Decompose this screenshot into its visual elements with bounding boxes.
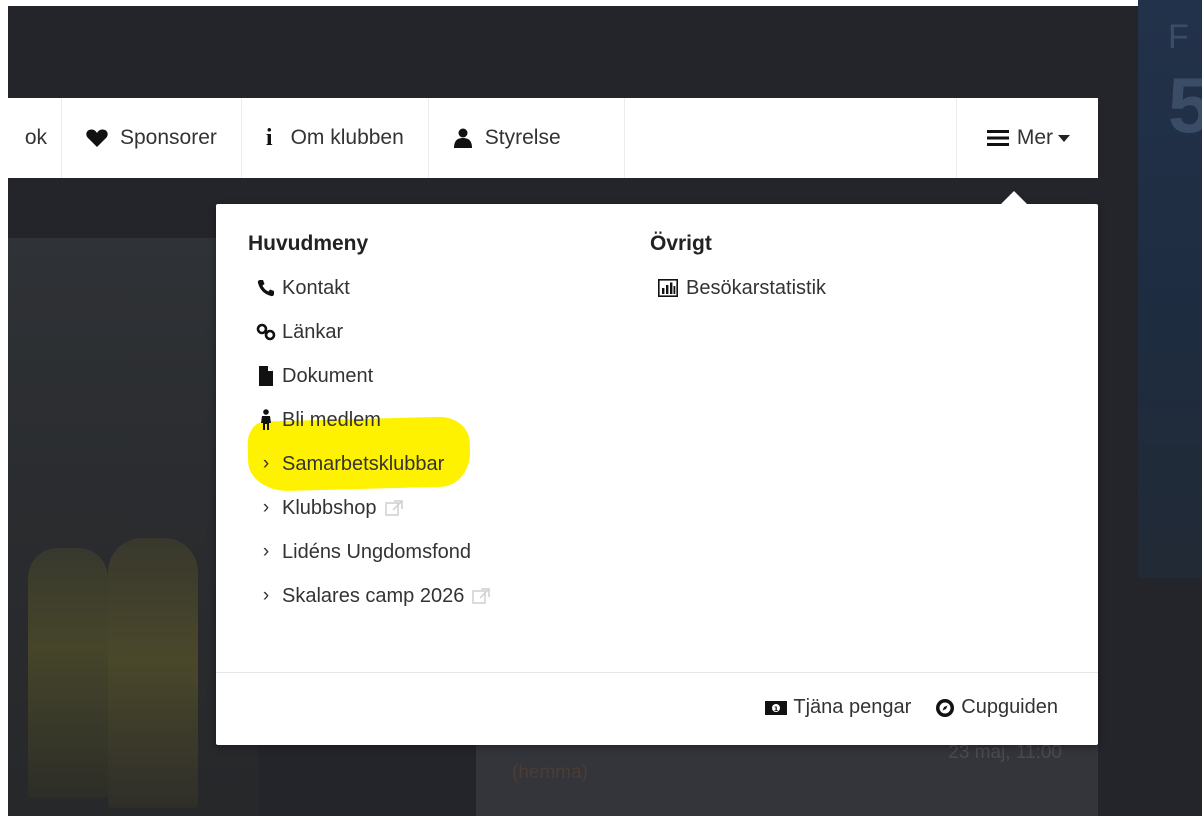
footer-link-label: Cupguiden <box>961 696 1058 718</box>
footer-divider <box>216 672 1098 673</box>
menu-item-kontakt[interactable]: Kontakt <box>248 266 490 310</box>
user-icon <box>453 128 473 148</box>
menu-item-label: Klubbshop <box>282 496 377 519</box>
chevron-right-icon: › <box>262 541 270 562</box>
menu-item-label: Dokument <box>282 364 374 387</box>
phone-icon <box>256 279 276 297</box>
nav-item-partial[interactable]: ok <box>8 98 62 178</box>
nav-item-label: ok <box>24 126 47 149</box>
nav-item-om-klubben[interactable]: i Om klubben <box>242 98 429 178</box>
chevron-right-icon: › <box>262 585 270 606</box>
photo-figure <box>28 548 108 798</box>
nav-item-sponsorer[interactable]: Sponsorer <box>62 98 242 178</box>
other-menu-heading: Övrigt <box>650 232 712 255</box>
match-time: 23 maj, 11:00 <box>948 742 1062 763</box>
left-edge <box>0 0 8 816</box>
info-icon: i <box>265 124 273 151</box>
menu-item-label: Lidéns Ungdomsfond <box>282 540 472 563</box>
external-link-icon <box>384 500 403 516</box>
footer-link-cupguiden[interactable]: Cupguiden <box>935 696 1058 719</box>
menu-item-label: Besökarstatistik <box>686 276 827 299</box>
main-menu-heading: Huvudmeny <box>248 232 369 255</box>
file-icon <box>256 366 276 386</box>
menu-item-skalares-camp[interactable]: › Skalares camp 2026 <box>248 574 491 618</box>
hamburger-icon <box>986 129 1009 147</box>
menu-item-label: Samarbetsklubbar <box>282 452 445 475</box>
heart-icon <box>86 128 108 148</box>
more-menu-button[interactable]: Mer <box>955 98 1098 178</box>
svg-text:1: 1 <box>774 705 779 713</box>
menu-item-label: Länkar <box>282 320 344 343</box>
background-banner: F 5 <box>1138 0 1202 578</box>
dropdown-arrow <box>1000 191 1028 205</box>
menu-item-besokarstatistik[interactable]: Besökarstatistik <box>650 266 826 310</box>
menu-item-lidens-ungdomsfond[interactable]: › Lidéns Ungdomsfond <box>248 530 490 574</box>
top-edge <box>0 0 1202 6</box>
menu-item-samarbetsklubbar[interactable]: › Samarbetsklubbar <box>248 442 490 486</box>
dropdown-footer: 1 Tjäna pengar Cupguiden <box>741 696 1058 719</box>
nav-item-label: Sponsorer <box>120 126 217 149</box>
nav-item-label: Styrelse <box>484 126 561 149</box>
menu-item-label: Kontakt <box>282 276 350 299</box>
compass-icon <box>935 698 955 718</box>
banner-text: F <box>1168 18 1189 56</box>
menu-item-bli-medlem[interactable]: Bli medlem <box>248 398 490 442</box>
other-menu-column: Övrigt Besökarstatistik <box>650 232 826 310</box>
link-icon <box>256 323 276 341</box>
banner-text: 5 <box>1168 61 1202 149</box>
main-menu-column: Huvudmeny Kontakt Länkar Dokument Bli me… <box>247 232 491 618</box>
menu-item-lankar[interactable]: Länkar <box>248 310 490 354</box>
more-dropdown-menu: Huvudmeny Kontakt Länkar Dokument Bli me… <box>216 191 1098 745</box>
menu-item-label: Bli medlem <box>282 408 381 431</box>
money-icon: 1 <box>765 700 788 716</box>
footer-link-tjana-pengar[interactable]: 1 Tjäna pengar <box>765 696 911 719</box>
menu-item-label: Skalares camp 2026 <box>282 584 465 607</box>
footer-link-label: Tjäna pengar <box>793 696 912 718</box>
bar-chart-icon <box>658 279 678 297</box>
photo-figure <box>108 538 198 808</box>
main-navbar: ok Sponsorer i Om klubben Styrelse Mer <box>8 98 1098 178</box>
nav-item-label: Om klubben <box>290 126 404 149</box>
match-venue: (hemma) <box>512 762 589 783</box>
menu-item-klubbshop[interactable]: › Klubbshop <box>248 486 490 530</box>
caret-down-icon <box>1058 134 1070 142</box>
menu-item-dokument[interactable]: Dokument <box>248 354 490 398</box>
more-menu-label: Mer <box>1016 126 1053 149</box>
chevron-right-icon: › <box>262 497 270 518</box>
external-link-icon <box>472 588 491 604</box>
chevron-right-icon: › <box>262 453 270 474</box>
nav-item-styrelse[interactable]: Styrelse <box>429 98 625 178</box>
person-icon <box>256 409 276 431</box>
